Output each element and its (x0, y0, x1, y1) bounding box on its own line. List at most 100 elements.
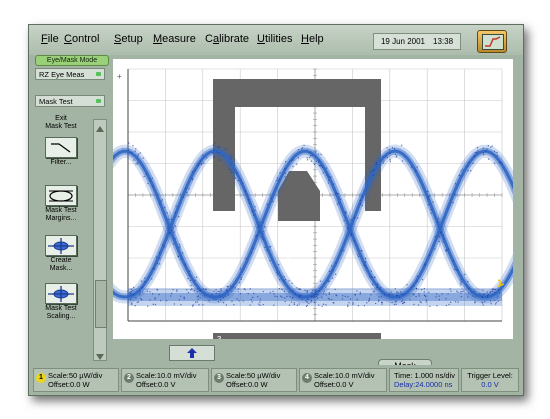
trace-sample (318, 290, 320, 292)
menu-utilities[interactable]: Utilities (257, 33, 292, 45)
scaling-icon (45, 283, 77, 304)
trace-sample (186, 289, 188, 291)
channel-3-indicator: 3 (214, 373, 224, 383)
scrollbar-thumb[interactable] (95, 280, 107, 328)
menu-setup[interactable]: Setup (114, 33, 143, 45)
trace-sample (459, 279, 461, 281)
tool-list-scrollbar[interactable] (93, 119, 107, 361)
trace-sample (199, 289, 202, 292)
trace-sample (193, 290, 196, 292)
trace-sample (335, 192, 338, 194)
trace-sample (139, 290, 141, 292)
trace-sample (338, 202, 340, 204)
trace-sample (154, 297, 156, 299)
waveform-display[interactable]: 123+ Mask (113, 59, 513, 372)
channel-1-readout[interactable]: 1 Scale:50 µW/div Offset:0.0 W (33, 368, 119, 392)
trace-sample (328, 292, 330, 294)
trace-sample (244, 190, 246, 192)
trigger-readout[interactable]: Trigger Level: 0.0 V (461, 368, 519, 392)
channel-3-readout[interactable]: 3 Scale:50 µW/div Offset:0.0 W (211, 368, 297, 392)
trace-sample (352, 302, 354, 304)
scroll-down-icon[interactable] (95, 349, 105, 360)
trace-sample (379, 160, 382, 162)
trace-sample (416, 280, 418, 282)
dropdown-value: RZ Eye Meas (39, 70, 85, 79)
expand-button[interactable] (169, 345, 215, 361)
trace-sample (197, 288, 199, 290)
trace-sample (336, 203, 339, 205)
scroll-up-icon[interactable] (95, 121, 105, 132)
trace-sample (299, 288, 302, 290)
trace-sample (491, 145, 493, 147)
trace-sample (395, 156, 397, 158)
trace-sample (290, 301, 293, 303)
menu-help[interactable]: Help (301, 33, 324, 45)
trace-sample (481, 295, 483, 297)
trace-sample (279, 172, 281, 174)
trace-sample (429, 195, 431, 197)
trace-sample (438, 295, 440, 297)
create-mask-button[interactable]: Create Mask... (35, 235, 87, 273)
trace-sample (442, 234, 444, 236)
scope-view-button[interactable] (477, 30, 507, 53)
menu-calibrate[interactable]: Calibrate (205, 33, 249, 45)
trace-sample (292, 290, 294, 292)
trace-sample (368, 300, 370, 302)
channel-4-readout[interactable]: 4 Scale:10.0 mV/div Offset:0.0 V (299, 368, 387, 392)
trace-sample (158, 293, 160, 296)
trace-sample (270, 245, 272, 247)
mask-region-bottom (213, 333, 381, 339)
trace-sample (237, 180, 239, 182)
trace-sample (477, 150, 479, 152)
channel-2-readout[interactable]: 2 Scale:10.0 mV/div Offset:0.0 V (121, 368, 209, 392)
trace-sample (450, 301, 452, 303)
trace-sample (313, 163, 316, 165)
trace-sample (356, 298, 358, 301)
trace-sample (338, 196, 340, 198)
trace-sample (238, 288, 240, 290)
trace-sample (215, 289, 217, 291)
exit-mask-test-button[interactable]: Exit Mask Test (35, 115, 87, 131)
trace-sample (491, 290, 493, 292)
trace-sample (212, 152, 214, 154)
trace-sample (284, 167, 286, 170)
trace-sample (318, 161, 320, 163)
trace-sample (497, 289, 499, 291)
mask-test-scaling-button[interactable]: Mask Test Scaling... (35, 283, 87, 321)
trace-sample (434, 248, 436, 250)
trace-sample (472, 162, 474, 164)
trace-sample (198, 304, 200, 306)
trace-sample (151, 278, 153, 280)
trace-sample (388, 294, 390, 296)
trace-sample (172, 289, 174, 291)
mask-test-margins-button[interactable]: Mask Test Margins... (35, 185, 87, 223)
trace-sample (234, 177, 237, 179)
trace-sample (325, 294, 327, 296)
trace-sample (481, 301, 483, 303)
mask-test-dropdown[interactable]: Mask Test (35, 95, 105, 107)
trace-sample (274, 295, 276, 297)
trace-sample (202, 154, 204, 156)
trace-sample (460, 296, 462, 298)
trace-sample (447, 293, 449, 295)
eye-measurement-dropdown[interactable]: RZ Eye Meas (35, 68, 105, 80)
trace-sample (131, 303, 133, 305)
menu-measure[interactable]: Measure (153, 33, 196, 45)
timebase-readout[interactable]: Time: 1.000 ns/div Delay:24.0000 ns (389, 368, 459, 392)
trace-sample (189, 279, 192, 282)
trace-sample (370, 294, 372, 296)
filter-button[interactable]: Filter... (35, 137, 87, 167)
menu-control[interactable]: Control (64, 33, 99, 45)
trace-sample (496, 155, 498, 157)
menu-file[interactable]: File (41, 33, 59, 45)
trace-sample (311, 292, 313, 294)
trace-sample (173, 231, 175, 233)
trace-sample (328, 176, 330, 178)
trace-sample (437, 218, 440, 220)
trace-sample (139, 292, 141, 294)
trace-sample (254, 206, 256, 208)
trace-sample (212, 144, 214, 146)
trace-sample (145, 173, 147, 175)
trace-sample (222, 296, 224, 299)
trace-sample (301, 148, 303, 150)
